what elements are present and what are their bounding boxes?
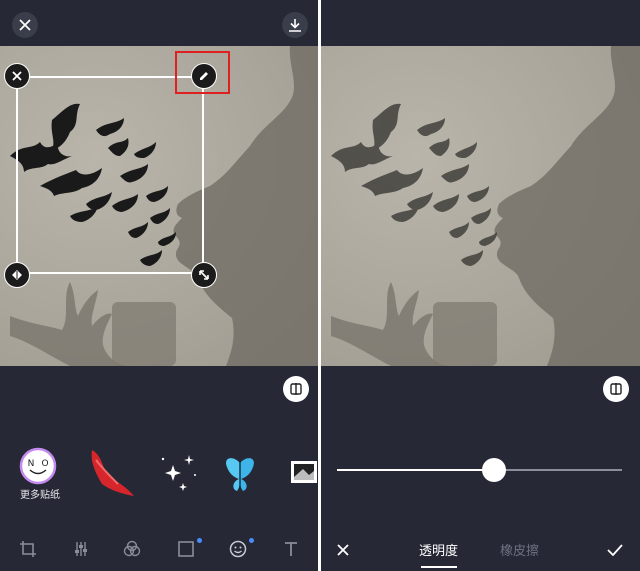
sticker-editor-panel: N O 更多贴纸 [0, 0, 318, 571]
confirm-button[interactable] [604, 540, 626, 560]
sticker-selection-box[interactable] [16, 76, 204, 274]
photo-frame-thumbnail [291, 461, 317, 483]
sticker-icon [229, 540, 247, 558]
tool-bar [0, 532, 318, 566]
download-icon [289, 19, 301, 32]
red-feather-thumbnail [91, 450, 134, 496]
close-icon [337, 544, 349, 556]
butterfly-thumbnail [226, 458, 254, 491]
compare-button[interactable] [603, 376, 629, 402]
filter-icon [123, 540, 141, 557]
more-stickers-logo: N O [19, 447, 57, 485]
text-icon [285, 542, 297, 556]
compare-icon [610, 383, 622, 395]
adjust-tool-button[interactable] [67, 532, 95, 566]
filter-tool-button[interactable] [118, 532, 146, 566]
frame-tool-button[interactable] [172, 532, 200, 566]
close-button[interactable] [12, 12, 38, 38]
crop-tool-button[interactable] [14, 532, 42, 566]
sticker-tool-button[interactable] [224, 532, 252, 566]
adjust-icon [75, 542, 87, 556]
frame-badge-dot [197, 538, 202, 543]
crop-icon [20, 541, 36, 557]
sticker-badge-dot [249, 538, 254, 543]
svg-text:N: N [28, 459, 35, 469]
silhouette-image-preview [331, 46, 640, 366]
resize-sticker-button[interactable] [191, 262, 217, 288]
checkmark-icon [607, 544, 623, 556]
active-tab-indicator [421, 566, 457, 568]
opacity-editor-panel: 透明度 橡皮擦 [321, 0, 640, 571]
blue-butterfly-sticker[interactable] [210, 442, 270, 502]
close-icon [12, 71, 22, 81]
tab-eraser[interactable]: 橡皮擦 [500, 540, 539, 559]
frame-icon [178, 541, 194, 557]
svg-text:O: O [41, 459, 48, 469]
tab-opacity[interactable]: 透明度 [419, 540, 458, 559]
photo-frame-sticker[interactable] [274, 442, 318, 502]
flip-icon [12, 270, 22, 280]
opacity-slider-knob[interactable] [481, 458, 506, 482]
red-feather-sticker[interactable] [80, 442, 140, 502]
photo-preview [321, 46, 640, 366]
sparkles-thumbnail [161, 455, 196, 491]
top-bar [0, 0, 318, 46]
opacity-slider-fill [337, 469, 494, 471]
delete-sticker-button[interactable] [4, 63, 30, 89]
sparkles-sticker[interactable] [148, 442, 208, 502]
flip-sticker-button[interactable] [4, 262, 30, 288]
resize-icon [199, 270, 209, 280]
compare-icon [290, 383, 302, 395]
highlight-frame [175, 51, 230, 94]
opacity-slider[interactable] [337, 458, 622, 482]
close-icon [19, 19, 31, 31]
compare-button[interactable] [283, 376, 309, 402]
download-button[interactable] [282, 12, 308, 38]
more-stickers-label: 更多贴纸 [20, 490, 60, 501]
cancel-button[interactable] [333, 540, 353, 560]
text-tool-button[interactable] [277, 532, 305, 566]
bats-sticker-faded [331, 103, 497, 266]
